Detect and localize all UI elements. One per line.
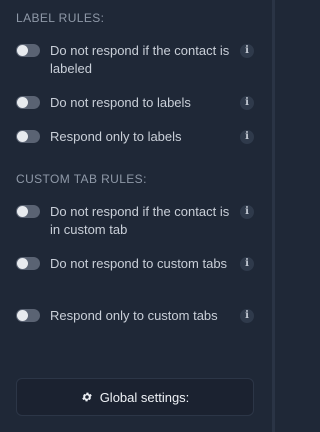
toggle-switch[interactable]	[16, 44, 40, 57]
global-settings-button[interactable]: Global settings:	[16, 378, 254, 416]
toggle-knob	[17, 206, 28, 217]
toggle-switch[interactable]	[16, 130, 40, 143]
toggle-switch[interactable]	[16, 257, 40, 270]
rule-label: Do not respond if the contact is labeled	[50, 43, 230, 76]
toggle-knob	[17, 97, 28, 108]
info-icon[interactable]: i	[240, 309, 254, 323]
toggle-knob	[17, 310, 28, 321]
toggle-knob	[17, 45, 28, 56]
toggle-knob	[17, 258, 28, 269]
info-icon[interactable]: i	[240, 205, 254, 219]
section-title-label-rules: LABEL RULES:	[16, 11, 105, 25]
toggle-switch[interactable]	[16, 96, 40, 109]
info-icon[interactable]: i	[240, 44, 254, 58]
section-title-custom-tab-rules: CUSTOM TAB RULES:	[16, 172, 147, 186]
info-icon[interactable]: i	[240, 96, 254, 110]
rule-label: Respond only to custom tabs	[50, 308, 218, 323]
info-icon[interactable]: i	[240, 130, 254, 144]
info-icon[interactable]: i	[240, 257, 254, 271]
rule-label: Do not respond to labels	[50, 95, 191, 110]
rule-label: Do not respond to custom tabs	[50, 256, 228, 271]
rule-label: Respond only to labels	[50, 129, 182, 144]
scrollbar[interactable]	[272, 0, 275, 432]
rule-label: Do not respond if the contact is in cust…	[50, 204, 230, 237]
toggle-knob	[17, 131, 28, 142]
toggle-switch[interactable]	[16, 205, 40, 218]
global-settings-label: Global settings:	[99, 389, 190, 405]
gear-icon	[81, 392, 92, 402]
rules-panel: LABEL RULES: Do not respond if the conta…	[0, 0, 275, 432]
toggle-switch[interactable]	[16, 309, 40, 322]
